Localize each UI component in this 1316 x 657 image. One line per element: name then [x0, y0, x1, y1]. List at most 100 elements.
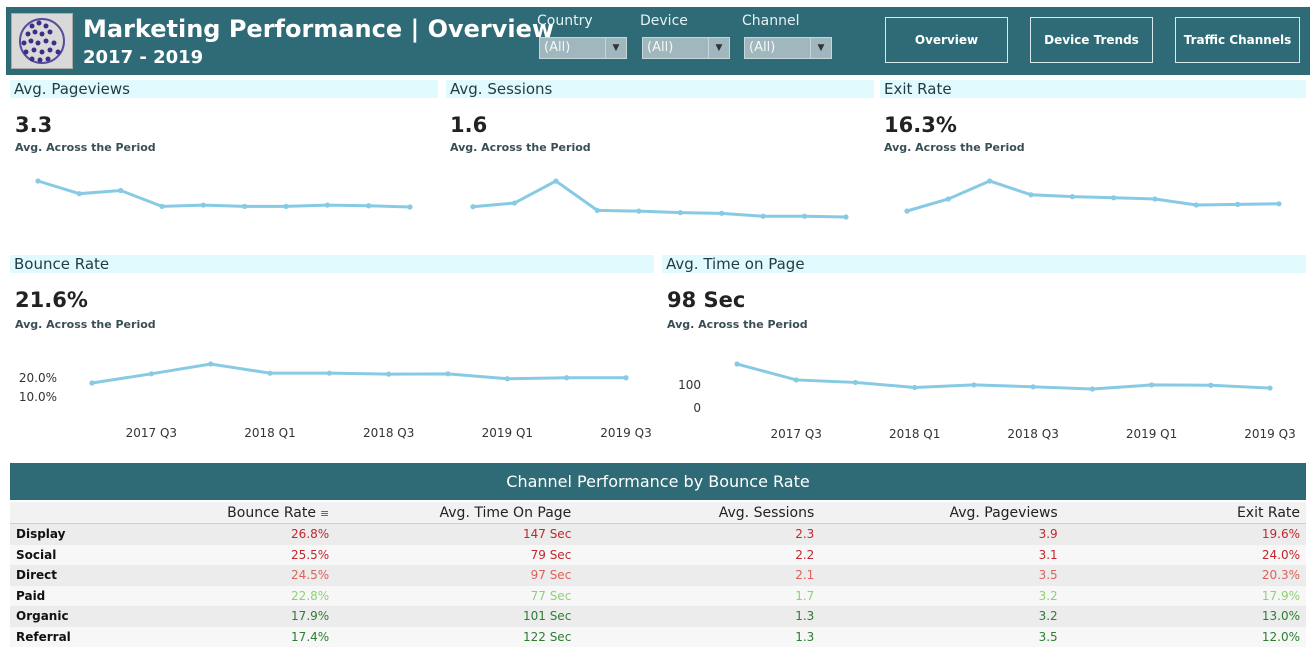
data-point[interactable]	[1089, 386, 1095, 392]
filter-label-device: Device	[640, 13, 688, 29]
page-title: Marketing Performance | Overview	[83, 15, 555, 43]
column-header-channel	[10, 502, 154, 524]
header-bar: Marketing Performance | Overview 2017 - …	[6, 7, 1310, 75]
table-cell: 3.1	[820, 544, 1064, 565]
table-cell: 22.8%	[153, 585, 336, 606]
series-line	[37, 179, 411, 209]
data-point[interactable]	[159, 203, 165, 209]
channel-table: Bounce Rate ≡ Avg. Time On Page Avg. Sess…	[10, 502, 1306, 647]
country-select-value: (All)	[544, 40, 571, 55]
column-header-bounce-rate[interactable]: Bounce Rate ≡	[153, 502, 336, 524]
data-point[interactable]	[324, 202, 330, 208]
pageviews-sub: Avg. Across the Period	[15, 141, 156, 154]
company-logo	[11, 13, 73, 69]
data-point[interactable]	[1148, 382, 1155, 388]
pageviews-title: Avg. Pageviews	[10, 80, 438, 98]
data-point[interactable]	[904, 208, 910, 214]
x-tick-label: 2018 Q3	[1007, 427, 1058, 441]
time-on-page-sub: Avg. Across the Period	[667, 318, 808, 331]
data-point[interactable]	[35, 178, 41, 184]
channel-select[interactable]: (All) ▼	[744, 37, 832, 59]
data-point[interactable]	[89, 380, 95, 386]
filter-label-country: Country	[537, 13, 593, 29]
data-point[interactable]	[843, 214, 849, 220]
table-row[interactable]: Paid 22.8% 77 Sec 1.7 3.2 17.9%	[10, 585, 1306, 606]
channel-name: Paid	[10, 585, 154, 606]
data-point[interactable]	[623, 375, 629, 381]
table-cell: 25.5%	[153, 544, 336, 565]
data-point[interactable]	[1267, 385, 1273, 391]
data-point[interactable]	[1111, 195, 1117, 201]
data-point[interactable]	[912, 384, 918, 391]
table-body: Display 26.8% 147 Sec 2.3 3.9 19.6% Social 25.5…	[10, 523, 1306, 647]
data-point[interactable]	[118, 187, 124, 194]
data-point[interactable]	[801, 213, 808, 219]
x-tick-label: 2018 Q1	[889, 427, 940, 441]
chevron-down-icon[interactable]: ▼	[810, 38, 831, 58]
data-point[interactable]	[511, 200, 518, 206]
channel-select-value: (All)	[749, 40, 776, 55]
data-point[interactable]	[734, 361, 740, 367]
data-point[interactable]	[208, 361, 214, 367]
data-point[interactable]	[564, 375, 570, 381]
country-select[interactable]: (All) ▼	[539, 37, 627, 59]
data-point[interactable]	[407, 204, 413, 210]
data-point[interactable]	[326, 370, 332, 376]
data-point[interactable]	[445, 371, 451, 377]
channel-name: Organic	[10, 606, 154, 627]
data-point[interactable]	[1276, 201, 1282, 207]
table-row[interactable]: Referral 17.4% 122 Sec 1.3 3.5 12.0%	[10, 626, 1306, 647]
data-point[interactable]	[76, 191, 82, 197]
data-point[interactable]	[470, 204, 476, 210]
table-row[interactable]: Social 25.5% 79 Sec 2.2 3.1 24.0%	[10, 544, 1306, 565]
data-point[interactable]	[1235, 201, 1241, 207]
table-cell: 101 Sec	[335, 606, 578, 627]
data-point[interactable]	[852, 379, 859, 386]
data-point[interactable]	[386, 371, 392, 377]
data-point[interactable]	[200, 202, 206, 208]
overview-button[interactable]: Overview	[885, 17, 1008, 63]
x-tick-label: 2019 Q1	[482, 426, 533, 440]
device-select[interactable]: (All) ▼	[642, 37, 730, 59]
data-point[interactable]	[267, 370, 273, 376]
table-row[interactable]: Direct 24.5% 97 Sec 2.1 3.5 20.3%	[10, 565, 1306, 586]
data-point[interactable]	[971, 382, 977, 388]
table-row[interactable]: Display 26.8% 147 Sec 2.3 3.9 19.6%	[10, 523, 1306, 545]
x-tick-label: 2019 Q3	[600, 426, 651, 440]
table-cell: 3.2	[820, 606, 1064, 627]
data-point[interactable]	[148, 371, 154, 377]
data-point[interactable]	[987, 178, 993, 184]
data-point[interactable]	[553, 178, 559, 184]
data-point[interactable]	[793, 377, 799, 383]
data-point[interactable]	[636, 208, 642, 214]
device-trends-button[interactable]: Device Trends	[1030, 17, 1153, 63]
data-point[interactable]	[283, 203, 289, 209]
data-point[interactable]	[1069, 194, 1075, 200]
chevron-down-icon[interactable]: ▼	[708, 38, 729, 58]
data-point[interactable]	[1208, 382, 1214, 388]
sort-icon[interactable]: ≡	[320, 507, 329, 520]
chevron-down-icon[interactable]: ▼	[605, 38, 626, 58]
traffic-channels-button[interactable]: Traffic Channels	[1175, 17, 1300, 63]
table-cell: 3.9	[820, 523, 1064, 545]
filter-label-channel: Channel	[742, 13, 800, 29]
data-point[interactable]	[242, 203, 248, 209]
data-point[interactable]	[504, 376, 510, 382]
time-on-page-value: 98 Sec	[667, 288, 746, 312]
x-tick-label: 2018 Q1	[244, 426, 295, 440]
data-point[interactable]	[1030, 384, 1036, 390]
data-point[interactable]	[1193, 202, 1199, 208]
column-header-exit-rate: Exit Rate	[1063, 502, 1306, 524]
data-point[interactable]	[677, 209, 683, 216]
data-point[interactable]	[719, 210, 725, 216]
y-tick-label: 0	[693, 401, 701, 415]
data-point[interactable]	[594, 207, 600, 213]
device-select-value: (All)	[647, 40, 674, 55]
data-point[interactable]	[366, 203, 372, 209]
table-row[interactable]: Organic 17.9% 101 Sec 1.3 3.2 13.0%	[10, 606, 1306, 627]
data-point[interactable]	[1028, 192, 1034, 198]
data-point[interactable]	[760, 213, 766, 219]
data-point[interactable]	[1152, 196, 1158, 202]
data-point[interactable]	[945, 196, 951, 202]
y-tick-label: 10.0%	[19, 390, 57, 404]
